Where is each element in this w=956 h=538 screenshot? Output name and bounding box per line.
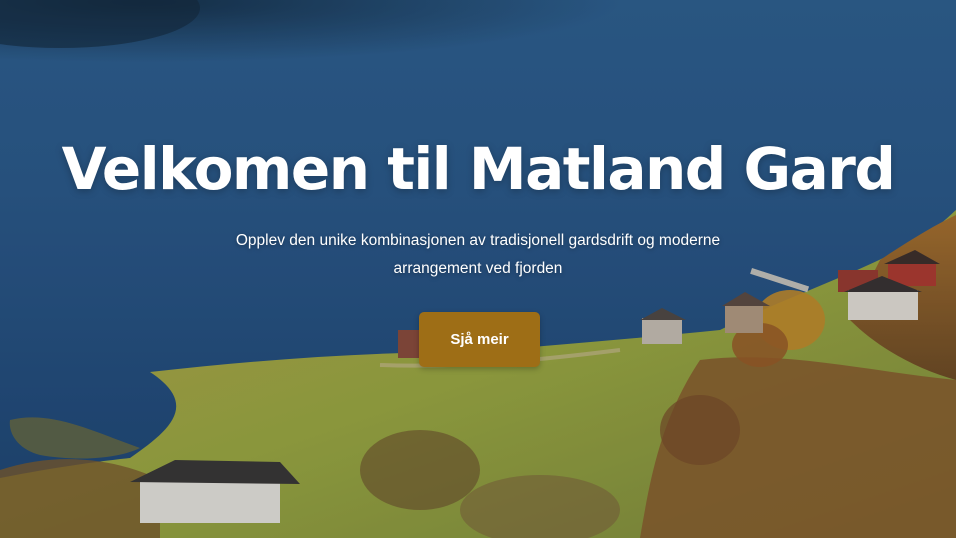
hero-subtitle-line1: Opplev den unike kombinasjonen av tradis…: [235, 232, 721, 249]
hero-content: Velkomen til Matland Gard Opplev den uni…: [0, 0, 956, 538]
hero-section: Velkomen til Matland Gard Opplev den uni…: [0, 0, 956, 538]
hero-title: Velkomen til Matland Gard: [61, 135, 896, 203]
hero-subtitle-line2: arrangement ved fjorden: [393, 260, 563, 277]
hero-subtitle: Opplev den unike kombinasjonen av tradis…: [200, 227, 756, 283]
see-more-button[interactable]: Sjå meir: [419, 312, 540, 367]
